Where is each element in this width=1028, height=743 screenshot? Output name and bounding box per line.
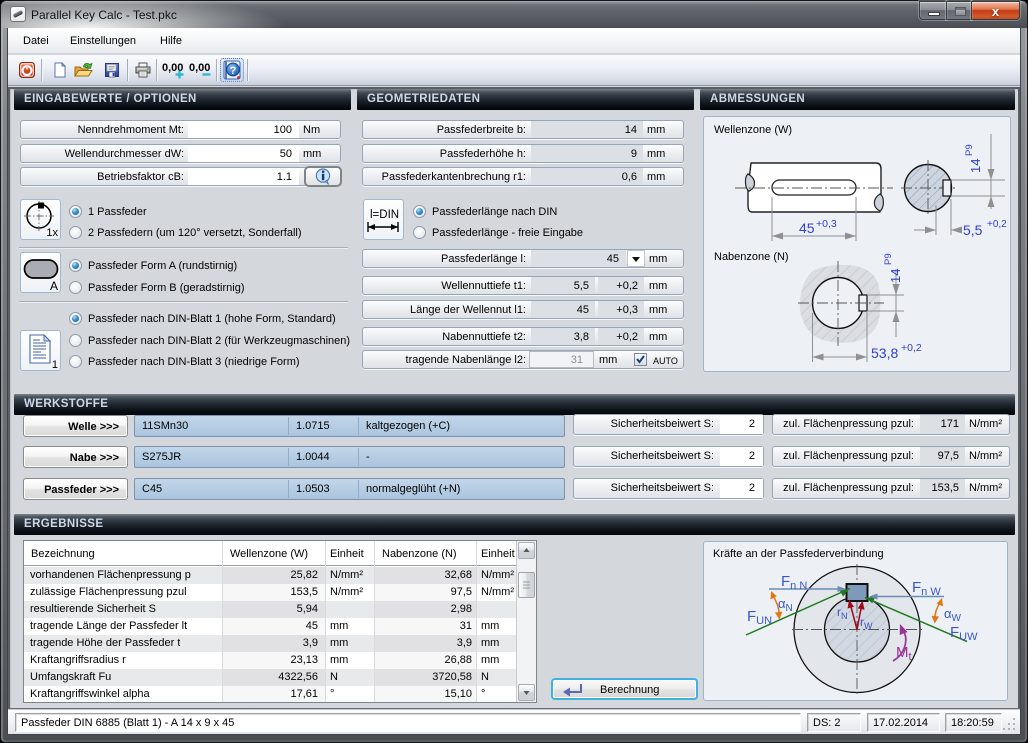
svg-text:+0,2: +0,2 xyxy=(901,342,922,354)
svg-text:1: 1 xyxy=(52,359,58,370)
svg-text:A: A xyxy=(50,279,58,292)
svg-text:1x: 1x xyxy=(46,227,58,239)
svg-text:5,5: 5,5 xyxy=(963,222,983,238)
svg-text:P9: P9 xyxy=(964,144,975,156)
svg-text:FUW: FUW xyxy=(950,624,978,643)
svg-text:αW: αW xyxy=(944,606,962,624)
svg-text:14: 14 xyxy=(968,159,983,173)
svg-text:+0,2: +0,2 xyxy=(987,219,1007,230)
svg-text:53,8: 53,8 xyxy=(871,345,898,361)
svg-text:45: 45 xyxy=(799,220,815,236)
svg-text:P9: P9 xyxy=(883,253,894,265)
svg-text:l=DIN: l=DIN xyxy=(370,209,399,221)
svg-text:αN: αN xyxy=(778,596,793,614)
svg-text:FUN: FUN xyxy=(747,608,772,627)
svg-text:Fn N: Fn N xyxy=(781,573,807,592)
svg-text:Fn W: Fn W xyxy=(912,579,941,598)
svg-text:+0,3: +0,3 xyxy=(816,218,837,230)
svg-text:14: 14 xyxy=(888,269,903,283)
